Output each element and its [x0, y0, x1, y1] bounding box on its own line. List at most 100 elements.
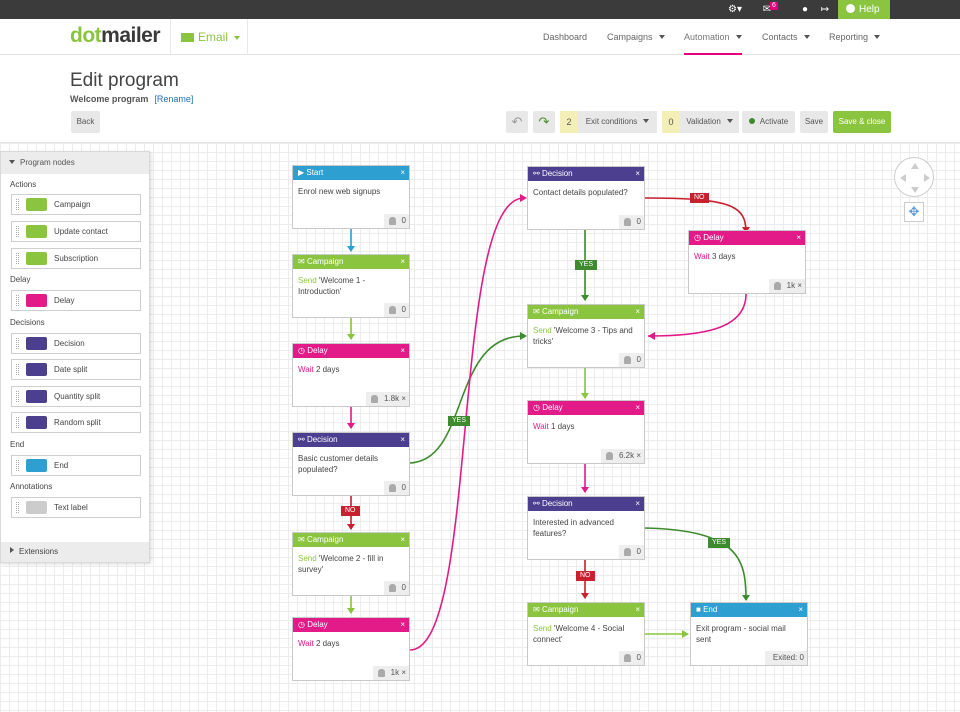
palette-end[interactable]: End — [11, 455, 141, 476]
drag-handle-icon[interactable] — [16, 253, 19, 264]
node-campaign-4[interactable]: ✉ Campaign × Send 'Welcome 4 - Social con… — [527, 602, 645, 666]
no-label: NO — [341, 506, 360, 516]
close-icon[interactable]: × — [635, 497, 640, 511]
node-campaign-2[interactable]: ✉ Campaign × Send 'Welcome 2 - fill in su… — [292, 532, 410, 596]
drag-handle-icon[interactable] — [16, 364, 19, 375]
palette-random-split[interactable]: Random split — [11, 412, 141, 433]
node-header: ▶ Start × — [293, 166, 409, 180]
connector-delay3-campaign3 — [647, 293, 747, 337]
node-verb: Send — [298, 276, 317, 285]
person-icon — [388, 584, 396, 592]
split-icon — [26, 363, 47, 376]
pan-control[interactable] — [894, 157, 934, 197]
node-count: 0 — [618, 353, 644, 367]
close-icon[interactable]: × — [635, 401, 640, 415]
palette-subscription[interactable]: Subscription — [11, 248, 141, 269]
palette-quantity-split[interactable]: Quantity split — [11, 386, 141, 407]
node-text: 2 days — [315, 639, 340, 648]
count-value: Exited: 0 — [772, 653, 804, 662]
node-delay-2[interactable]: ◷ Delay × Wait 2 days 1k × — [292, 617, 410, 681]
palette-campaign[interactable]: Campaign — [11, 194, 141, 215]
node-body: Wait 2 days — [293, 632, 409, 655]
person-icon — [623, 548, 631, 556]
count-value: 0 — [636, 547, 641, 556]
panel-header[interactable]: Program nodes — [1, 152, 149, 174]
node-delay-4[interactable]: ◷ Delay × Wait 1 days 6.2k × — [527, 400, 645, 464]
count-value: 0 — [401, 483, 406, 492]
close-icon[interactable]: × — [400, 533, 405, 547]
close-icon[interactable]: × — [635, 305, 640, 319]
node-header: ◷ Delay × — [293, 344, 409, 358]
node-header: ✉ Campaign × — [528, 305, 644, 319]
extensions-toggle[interactable]: Extensions — [1, 542, 149, 562]
palette-label: Decision — [54, 339, 85, 348]
node-verb: Wait — [298, 365, 314, 374]
node-decision-1[interactable]: ⚯ Decision × Basic customer details popul… — [292, 432, 410, 496]
drag-handle-icon[interactable] — [16, 460, 19, 471]
node-decision-3[interactable]: ⚯ Decision × Interested in advanced featu… — [527, 496, 645, 560]
palette-decision[interactable]: Decision — [11, 333, 141, 354]
node-text: 3 days — [711, 252, 736, 261]
drag-handle-icon[interactable] — [16, 226, 19, 237]
node-campaign-3[interactable]: ✉ Campaign × Send 'Welcome 3 - Tips and t… — [527, 304, 645, 368]
node-text: 1 days — [550, 422, 575, 431]
node-header: ■ End × — [691, 603, 807, 617]
node-count: 0 — [383, 481, 409, 495]
palette-delay[interactable]: Delay — [11, 290, 141, 311]
close-icon[interactable]: × — [635, 167, 640, 181]
expand-icon — [10, 547, 14, 553]
node-verb: Send — [298, 554, 317, 563]
node-start[interactable]: ▶ Start × Enrol new web signups 0 — [292, 165, 410, 229]
zoom-fit-button[interactable]: ✥ — [904, 202, 924, 222]
person-icon — [623, 654, 631, 662]
drag-handle-icon[interactable] — [16, 295, 19, 306]
node-title: Delay — [703, 233, 724, 242]
split-icon — [26, 416, 47, 429]
close-icon[interactable]: × — [796, 231, 801, 245]
drag-handle-icon[interactable] — [16, 338, 19, 349]
count-value: 0 — [401, 583, 406, 592]
node-verb: Wait — [298, 639, 314, 648]
node-delay-1[interactable]: ◷ Delay × Wait 2 days 1.8k × — [292, 343, 410, 407]
node-title: Delay — [542, 403, 563, 412]
drag-handle-icon[interactable] — [16, 199, 19, 210]
drag-handle-icon[interactable] — [16, 502, 19, 513]
section-delay: Delay — [10, 275, 31, 284]
close-icon[interactable]: × — [400, 255, 405, 269]
close-icon[interactable]: × — [635, 603, 640, 617]
close-icon[interactable]: × — [400, 618, 405, 632]
node-title: Campaign — [541, 307, 579, 316]
node-count: 0 — [383, 303, 409, 317]
node-title: Delay — [307, 620, 328, 629]
count-value: 0 — [636, 355, 641, 364]
close-icon[interactable]: × — [798, 603, 803, 617]
decision-icon — [26, 337, 47, 350]
drag-handle-icon[interactable] — [16, 391, 19, 402]
pan-arrows-icon — [900, 163, 930, 193]
node-body: Exit program - social mail sent — [696, 624, 786, 644]
person-icon — [370, 395, 378, 403]
node-header: ✉ Campaign × — [293, 255, 409, 269]
close-icon[interactable]: × — [400, 166, 405, 180]
node-body: Interested in advanced features? — [533, 518, 614, 538]
node-count: 1k × — [372, 666, 409, 680]
palette-text-label[interactable]: Text label — [11, 497, 141, 518]
connector-decision2-no — [643, 197, 747, 233]
close-icon[interactable]: × — [400, 344, 405, 358]
palette-date-split[interactable]: Date split — [11, 359, 141, 380]
node-header: ⚯ Decision × — [528, 497, 644, 511]
node-body: Send 'Welcome 2 - fill in survey' — [293, 547, 409, 581]
palette-label: Random split — [54, 418, 101, 427]
node-delay-3[interactable]: ◷ Delay × Wait 3 days 1k × — [688, 230, 806, 294]
node-decision-2[interactable]: ⚯ Decision × Contact details populated? 0 — [527, 166, 645, 230]
node-header: ◷ Delay × — [528, 401, 644, 415]
close-icon[interactable]: × — [400, 433, 405, 447]
palette-label: Subscription — [54, 254, 99, 263]
node-verb: Send — [533, 326, 552, 335]
node-title: End — [703, 605, 718, 614]
drag-handle-icon[interactable] — [16, 417, 19, 428]
palette-update-contact[interactable]: Update contact — [11, 221, 141, 242]
node-end[interactable]: ■ End × Exit program - social mail sent E… — [690, 602, 808, 666]
node-body: Send 'Welcome 4 - Social connect' — [528, 617, 644, 651]
node-campaign-1[interactable]: ✉ Campaign × Send 'Welcome 1 - Introducti… — [292, 254, 410, 318]
